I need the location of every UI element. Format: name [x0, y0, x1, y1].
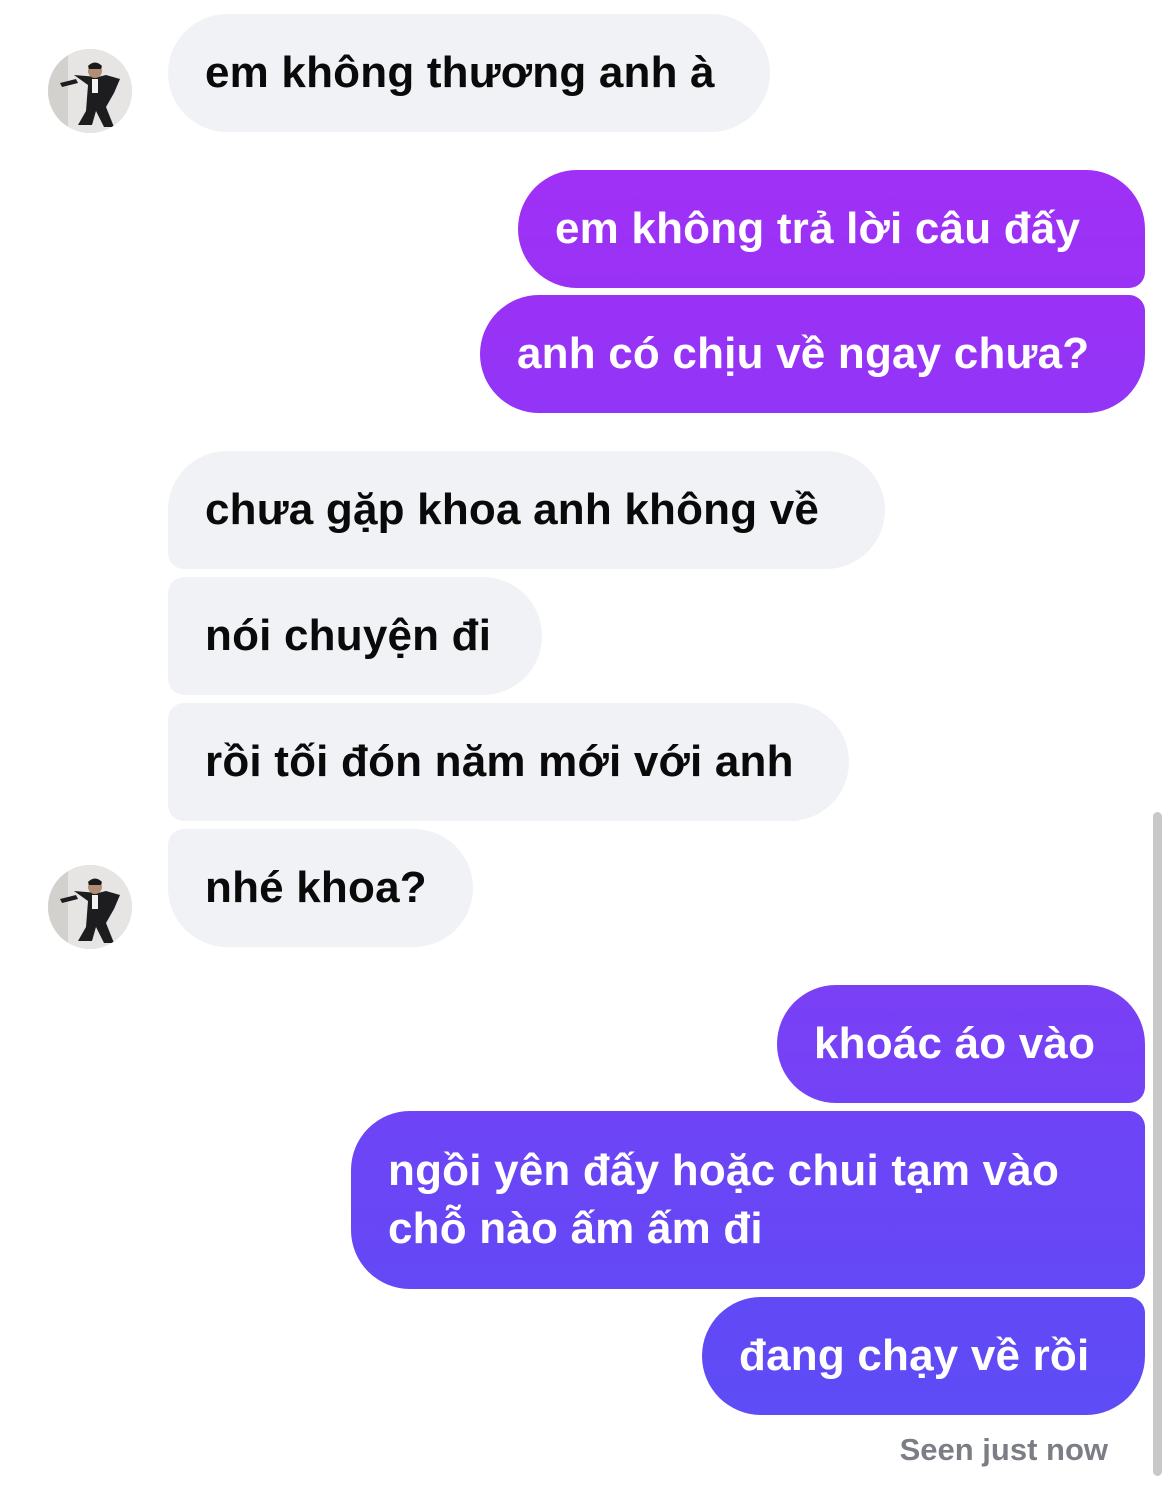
incoming-message[interactable]: em không thương anh à	[168, 14, 770, 132]
message-text: nói chuyện đi	[205, 611, 492, 660]
message-text: em không trả lời câu đấy	[555, 204, 1081, 253]
scrollbar[interactable]	[1153, 812, 1162, 1476]
outgoing-message[interactable]: đang chạy về rồi	[702, 1297, 1145, 1415]
message-text: đang chạy về rồi	[739, 1331, 1090, 1380]
contact-avatar[interactable]	[48, 49, 132, 133]
message-text: rồi tối đón năm mới với anh	[205, 737, 794, 786]
message-text-line: ngồi yên đấy hoặc chui tạm vào	[388, 1146, 1060, 1195]
outgoing-message[interactable]: anh có chịu về ngay chưa?	[480, 295, 1145, 413]
outgoing-message[interactable]: khoác áo vào	[777, 985, 1145, 1103]
avatar-photo-icon	[48, 49, 132, 133]
message-text: em không thương anh à	[205, 48, 715, 97]
incoming-message[interactable]: rồi tối đón năm mới với anh	[168, 703, 849, 821]
incoming-message[interactable]: chưa gặp khoa anh không về	[168, 451, 885, 569]
message-text: chưa gặp khoa anh không về	[205, 485, 820, 534]
outgoing-message[interactable]: em không trả lời câu đấy	[518, 170, 1145, 288]
avatar-photo-icon	[48, 865, 132, 949]
message-text: anh có chịu về ngay chưa?	[517, 329, 1090, 378]
seen-status: Seen just now	[899, 1432, 1108, 1467]
incoming-message[interactable]: nhé khoa?	[168, 829, 473, 947]
message-text: nhé khoa?	[205, 863, 427, 912]
incoming-message[interactable]: nói chuyện đi	[168, 577, 542, 695]
message-text: khoác áo vào	[814, 1019, 1096, 1068]
contact-avatar[interactable]	[48, 865, 132, 949]
outgoing-message[interactable]: ngồi yên đấy hoặc chui tạm vào chỗ nào ấ…	[351, 1111, 1145, 1289]
message-text-line: chỗ nào ấm ấm đi	[388, 1204, 763, 1253]
